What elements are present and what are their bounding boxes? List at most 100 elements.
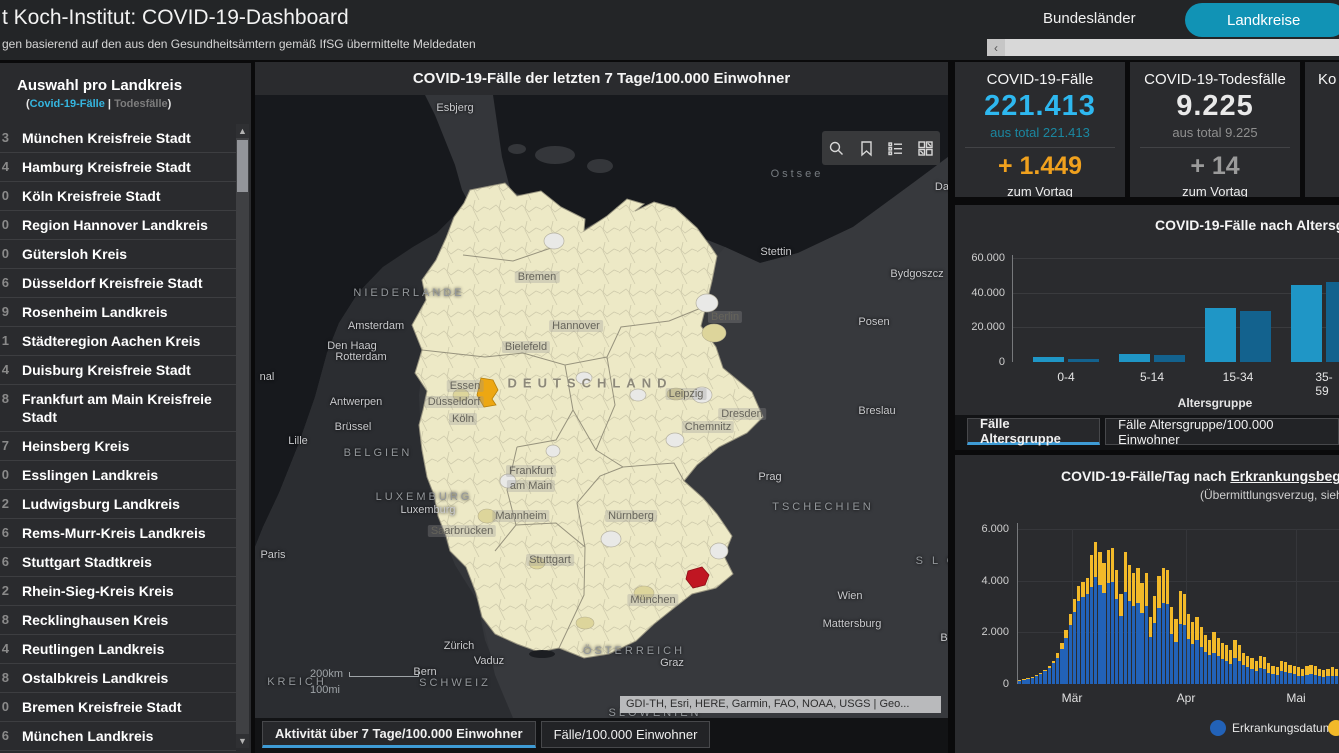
germany-map-svg[interactable] [255, 95, 948, 718]
list-item[interactable]: 0Bremen Kreisfreie Stadt [0, 693, 236, 722]
stacked-bar[interactable] [1073, 599, 1076, 684]
stacked-bar[interactable] [1221, 643, 1224, 684]
stacked-bar[interactable] [1170, 607, 1173, 685]
stacked-bar[interactable] [1064, 630, 1067, 684]
stacked-bar[interactable] [1250, 658, 1253, 684]
stacked-bar[interactable] [1335, 669, 1338, 685]
stacked-bar[interactable] [1048, 666, 1051, 684]
bar-35-59-s0[interactable] [1291, 285, 1322, 362]
scrollbar-thumb[interactable] [237, 140, 248, 192]
stacked-bar[interactable] [1081, 582, 1084, 684]
stacked-bar[interactable] [1242, 653, 1245, 684]
stacked-bar[interactable] [1238, 645, 1241, 684]
stacked-bar[interactable] [1124, 552, 1127, 684]
stacked-bar[interactable] [1195, 617, 1198, 684]
stacked-bar[interactable] [1305, 666, 1308, 684]
stacked-bar[interactable] [1115, 570, 1118, 684]
stacked-bar[interactable] [1183, 594, 1186, 684]
stacked-bar[interactable] [1301, 669, 1304, 685]
horizontal-scrollbar[interactable]: ‹ [987, 39, 1339, 56]
stacked-bar[interactable] [1267, 663, 1270, 684]
stacked-bar[interactable] [1035, 675, 1038, 684]
list-item[interactable]: 6Stuttgart Stadtkreis [0, 548, 236, 577]
list-item[interactable]: 4Reutlingen Landkreis [0, 635, 236, 664]
stacked-bar[interactable] [1314, 666, 1317, 684]
landkreis-list[interactable]: 3München Kreisfreie Stadt4Hamburg Kreisf… [0, 124, 236, 753]
scroll-down-icon[interactable]: ▼ [236, 734, 249, 748]
metric-deaths-link[interactable]: Todesfälle [114, 98, 168, 110]
map-tab-1[interactable]: Fälle/100.000 Einwohner [541, 721, 711, 748]
stacked-bar[interactable] [1090, 555, 1093, 684]
list-item[interactable]: 6Rems-Murr-Kreis Landkreis [0, 519, 236, 548]
list-item[interactable]: 2Ludwigsburg Landkreis [0, 490, 236, 519]
stacked-bar[interactable] [1107, 550, 1110, 684]
stacked-bar[interactable] [1246, 656, 1249, 684]
stacked-bar[interactable] [1200, 627, 1203, 684]
list-item[interactable]: 7Heinsberg Kreis [0, 432, 236, 461]
stacked-bar[interactable] [1128, 565, 1131, 684]
stacked-bar[interactable] [1056, 653, 1059, 684]
sidebar-scrollbar[interactable]: ▲ ▼ [236, 124, 249, 748]
list-item[interactable]: 0Gütersloh Kreis [0, 240, 236, 269]
bookmark-icon[interactable] [858, 140, 875, 157]
list-item[interactable]: 8Ostalbkreis Landkreis [0, 664, 236, 693]
stacked-bar[interactable] [1098, 552, 1101, 684]
age-tab-0[interactable]: Fälle Altersgruppe [967, 418, 1100, 445]
stacked-bar[interactable] [1145, 573, 1148, 684]
list-item[interactable]: 6München Landkreis [0, 722, 236, 751]
stacked-bar[interactable] [1132, 573, 1135, 684]
stacked-bar[interactable] [1259, 656, 1262, 684]
age-tab-1[interactable]: Fälle Altersgruppe/100.000 Einwohner [1105, 418, 1339, 445]
stacked-bar[interactable] [1284, 662, 1287, 684]
stacked-bar[interactable] [1271, 666, 1274, 684]
list-item[interactable]: 8Recklinghausen Kreis [0, 606, 236, 635]
bar-35-59-s1[interactable] [1326, 282, 1339, 362]
scroll-left-icon[interactable]: ‹ [987, 39, 1005, 56]
stacked-bar[interactable] [1331, 667, 1334, 684]
stacked-bar[interactable] [1225, 645, 1228, 684]
map-tab-0[interactable]: Aktivität über 7 Tage/100.000 Einwohner [262, 721, 536, 748]
stacked-bar[interactable] [1233, 640, 1236, 684]
list-item[interactable]: 0Esslingen Landkreis [0, 461, 236, 490]
stacked-bar[interactable] [1149, 617, 1152, 684]
stacked-bar[interactable] [1018, 680, 1021, 684]
stacked-bar[interactable] [1102, 563, 1105, 684]
stacked-bar[interactable] [1077, 586, 1080, 684]
stacked-bar[interactable] [1157, 576, 1160, 684]
stacked-bar[interactable] [1204, 635, 1207, 684]
stacked-bar[interactable] [1297, 667, 1300, 684]
stacked-bar[interactable] [1263, 657, 1266, 684]
stacked-bar[interactable] [1031, 677, 1034, 684]
bar-0-4-s1[interactable] [1068, 359, 1099, 362]
stacked-bar[interactable] [1039, 673, 1042, 684]
metric-cases-link[interactable]: Covid-19-Fälle [30, 98, 105, 110]
stacked-bar[interactable] [1322, 670, 1325, 684]
stacked-bar[interactable] [1043, 670, 1046, 684]
stacked-bar[interactable] [1309, 665, 1312, 684]
stacked-bar[interactable] [1191, 622, 1194, 684]
bar-5-14-s1[interactable] [1154, 355, 1185, 362]
stacked-bar[interactable] [1060, 643, 1063, 684]
stacked-bar[interactable] [1288, 665, 1291, 684]
stacked-bar[interactable] [1153, 596, 1156, 684]
stacked-bar[interactable] [1187, 614, 1190, 684]
stacked-bar[interactable] [1162, 568, 1165, 684]
choropleth-map[interactable]: EsbjergOstseeDanStettinBydgoszczNIEDERLA… [255, 95, 948, 718]
stacked-bar[interactable] [1326, 669, 1329, 685]
bar-5-14-s0[interactable] [1119, 354, 1150, 362]
stacked-bar[interactable] [1136, 568, 1139, 684]
stacked-bar[interactable] [1111, 548, 1114, 684]
stacked-bar[interactable] [1022, 679, 1025, 684]
stacked-bar[interactable] [1276, 667, 1279, 684]
stacked-bar[interactable] [1094, 542, 1097, 684]
list-item[interactable]: 3München Kreisfreie Stadt [0, 124, 236, 153]
tab-landkreise[interactable]: Landkreise [1185, 3, 1339, 37]
tab-bundeslaender[interactable]: Bundesländer [1043, 10, 1136, 27]
stacked-bar[interactable] [1229, 650, 1232, 684]
stacked-bar[interactable] [1217, 638, 1220, 684]
stacked-bar[interactable] [1212, 632, 1215, 684]
list-item[interactable]: 8Frankfurt am Main Kreisfreie Stadt [0, 385, 236, 432]
stacked-bar[interactable] [1174, 619, 1177, 684]
stacked-bar[interactable] [1166, 570, 1169, 684]
search-icon[interactable] [828, 140, 845, 157]
